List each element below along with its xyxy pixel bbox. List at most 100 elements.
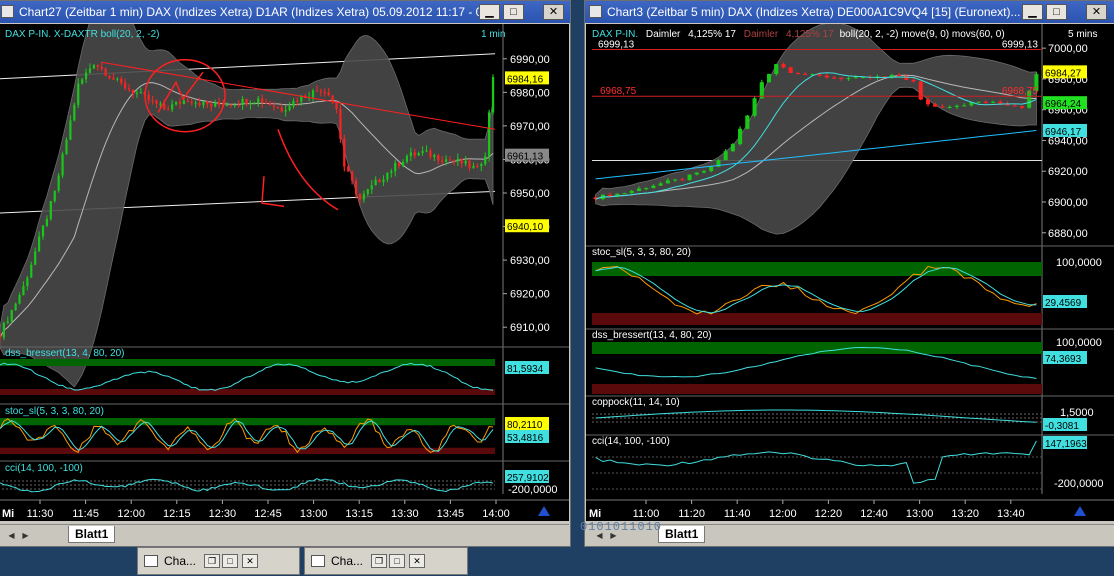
left-front-candle: [292, 101, 294, 107]
price-tick-label: 6880,00: [1048, 228, 1088, 240]
minimize-icon: ▁: [1028, 6, 1036, 18]
close-icon[interactable]: ✕: [242, 554, 258, 568]
right-front-candle: [767, 74, 771, 82]
minimize-button[interactable]: ▁: [479, 4, 500, 20]
taskbar-chart-button-2[interactable]: Cha... ❐ □ ✕: [304, 547, 468, 575]
maximize-button[interactable]: □: [1046, 4, 1067, 20]
taskbar-chart-button-1[interactable]: Cha... ❐ □ ✕: [137, 547, 300, 575]
restore-icon[interactable]: ❐: [204, 554, 220, 568]
left-front-candle: [465, 161, 467, 164]
left-front-candle: [453, 161, 455, 162]
x-tick-label: 13:45: [437, 508, 465, 520]
right-front-candle: [940, 107, 944, 108]
left-front-candle: [273, 105, 275, 106]
restore-icon[interactable]: ❐: [371, 554, 387, 568]
left-front-candle: [183, 101, 185, 104]
maximize-button[interactable]: □: [503, 4, 524, 20]
left-front-candle: [11, 310, 13, 322]
right-front-candle: [890, 75, 894, 77]
close-icon: ✕: [549, 6, 558, 18]
left-front-candle: [34, 251, 36, 264]
left-front-candle: [429, 151, 431, 158]
right-front-candle: [702, 171, 706, 172]
chart3-plot[interactable]: 7000,006980,006960,006940,006920,006900,…: [586, 24, 1114, 521]
left-front-candle: [148, 95, 150, 101]
dss-panel-label: dss_bressert(13, 4, 80, 20): [5, 348, 125, 359]
left-front-candle: [265, 103, 267, 104]
left-front-candle: [42, 226, 44, 237]
left-front-candle: [238, 105, 240, 106]
left-front-candle: [347, 167, 349, 172]
left-front-candle: [402, 162, 404, 166]
right-front-candle: [789, 67, 793, 73]
minimize-button[interactable]: ▁: [1022, 4, 1043, 20]
right-front-candle: [977, 102, 981, 103]
right-front-candle: [1020, 106, 1024, 107]
cci-value-label: 147,1963: [1045, 439, 1087, 450]
chart3-titlebar[interactable]: Chart3 (Zeitbar 5 min) DAX (Indizes Xetr…: [585, 1, 1114, 23]
left-front-candle: [375, 180, 377, 185]
right-front-candle: [774, 64, 778, 74]
level-right-label: 6999,13: [1002, 39, 1039, 50]
last-price-label: 6984,16: [507, 74, 544, 85]
left-front-candle: [410, 152, 412, 156]
left-front-candle: [46, 219, 48, 226]
left-front-candle: [101, 67, 103, 69]
left-front-candle: [242, 99, 244, 105]
left-front-candle: [3, 323, 5, 338]
chart27-plot[interactable]: 6990,006980,006970,006960,006950,006940,…: [0, 24, 569, 521]
tab-blatt1[interactable]: Blatt1: [658, 526, 705, 543]
left-front-candle: [22, 286, 24, 295]
left-front-candle: [449, 159, 451, 160]
left-front-candle: [54, 191, 56, 201]
maximize-icon[interactable]: □: [222, 554, 238, 568]
left-front-candle: [58, 176, 60, 191]
dss-panel-label: dss_bressert(13, 4, 80, 20): [592, 330, 712, 341]
left-front-candle: [108, 76, 110, 78]
maximize-icon: □: [1053, 6, 1060, 18]
price-tick-label: 6910,00: [510, 322, 550, 334]
right-front-candle: [659, 183, 663, 185]
x-tick-label: 12:00: [769, 508, 797, 520]
right-front-candle: [781, 64, 785, 67]
right-front-candle: [998, 102, 1002, 104]
left-front-candle: [382, 180, 384, 183]
left-front-candle: [457, 159, 459, 161]
close-button[interactable]: ✕: [543, 4, 564, 20]
maximize-icon: □: [510, 6, 517, 18]
close-button[interactable]: ✕: [1086, 4, 1107, 20]
right-front-candle: [933, 104, 937, 106]
maximize-icon[interactable]: □: [389, 554, 405, 568]
price-tick-label: 6920,00: [1048, 166, 1088, 178]
left-front-candle: [77, 84, 79, 105]
chart3-svg[interactable]: 7000,006980,006960,006940,006920,006900,…: [586, 24, 1114, 521]
stoc-tick-label: 100,0000: [1056, 257, 1102, 269]
left-front-candle: [202, 101, 204, 105]
x-tick-label: 14:00: [482, 508, 510, 520]
dss-overbought-band: [0, 359, 495, 366]
left-front-candle: [390, 171, 392, 173]
chart27-titlebar[interactable]: Chart27 (Zeitbar 1 min) DAX (Indizes Xet…: [0, 1, 570, 23]
left-front-candle: [406, 156, 408, 162]
left-front-candle: [328, 92, 330, 95]
level-left-label: 6968,75: [600, 86, 637, 97]
x-tick-label: 13:00: [906, 508, 934, 520]
tab-nav-left-icon[interactable]: ◀: [6, 530, 17, 542]
left-front-candle: [288, 106, 290, 110]
x-tick-label: 11:00: [633, 508, 660, 520]
right-front-candle: [745, 116, 749, 129]
left-front-candle: [210, 104, 212, 106]
x-prefix-label: Mi: [2, 508, 14, 520]
right-front-candle: [919, 81, 923, 99]
right-front-candle: [753, 98, 757, 115]
chart27-svg[interactable]: 6990,006980,006970,006960,006950,006940,…: [0, 24, 569, 521]
chart-window-icon: [1, 5, 14, 18]
tab-blatt1[interactable]: Blatt1: [68, 526, 115, 543]
left-front-candle: [187, 101, 189, 102]
close-icon[interactable]: ✕: [409, 554, 425, 568]
left-front-candle: [124, 83, 126, 88]
last-price-label: 6984,27: [1045, 68, 1082, 79]
tab-nav-right-icon[interactable]: ▶: [20, 530, 31, 542]
dss-oversold-band: [592, 384, 1042, 394]
left-front-candle: [93, 65, 95, 69]
